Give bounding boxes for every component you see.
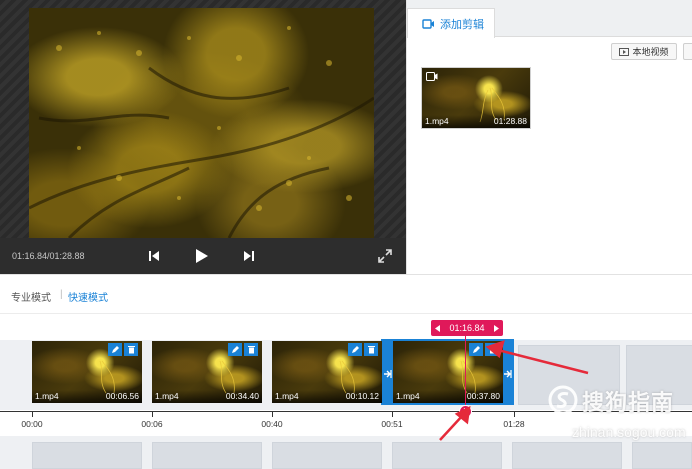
video-editor: 01:16.84/01:28.88 添加剪辑 本地视频 1.mp4 01:28.… <box>0 0 692 469</box>
edit-clip-button[interactable] <box>228 343 242 356</box>
pencil-icon <box>111 346 119 353</box>
clip-duration: 00:06.56 <box>105 391 139 401</box>
video-player: 01:16.84/01:28.88 <box>0 0 406 274</box>
video-preview[interactable] <box>29 8 374 238</box>
media-panel: 添加剪辑 本地视频 1.mp4 01:28.88 <box>406 0 692 274</box>
clip-name: 1.mp4 <box>35 391 59 401</box>
delete-clip-button[interactable] <box>364 343 378 356</box>
timeline-clip[interactable]: 1.mp4 00:10.12 <box>272 341 382 403</box>
clip-name: 1.mp4 <box>396 391 420 401</box>
fullscreen-button[interactable] <box>375 246 395 266</box>
clip-name: 1.mp4 <box>425 116 449 126</box>
tab-add-clip-label: 添加剪辑 <box>440 18 484 31</box>
ruler-label: 00:00 <box>21 419 43 429</box>
watermark-brand: 搜狗指南 <box>582 390 675 415</box>
nudge-left-icon[interactable] <box>435 324 440 332</box>
trim-right-icon <box>504 370 512 378</box>
playhead-line <box>465 334 466 414</box>
clip-duration: 00:34.40 <box>225 391 259 401</box>
trash-icon <box>488 346 496 354</box>
watermark-url: zhinan.sogou.com <box>572 424 686 440</box>
ruler-tick <box>152 412 153 417</box>
skip-forward-icon <box>244 251 254 261</box>
clip-name: 1.mp4 <box>275 391 299 401</box>
next-frame-button[interactable] <box>239 246 259 266</box>
pencil-icon <box>231 346 239 353</box>
clip-duration: 01:28.88 <box>493 116 527 126</box>
tab-add-clip[interactable]: 添加剪辑 <box>407 8 495 38</box>
video-foliage <box>29 26 374 238</box>
pencil-icon <box>472 346 480 353</box>
film-icon <box>619 47 630 56</box>
delete-clip-button[interactable] <box>244 343 258 356</box>
ruler-tick <box>272 412 273 417</box>
edit-clip-button[interactable] <box>348 343 362 356</box>
more-button[interactable] <box>683 43 692 60</box>
ruler-label: 00:51 <box>381 419 403 429</box>
local-video-label: 本地视频 <box>632 47 669 57</box>
play-icon <box>196 249 208 263</box>
clip-name: 1.mp4 <box>155 391 179 401</box>
trim-left-icon <box>384 370 392 378</box>
timeline-clip[interactable]: 1.mp4 00:34.40 <box>152 341 262 403</box>
video-camera-icon <box>426 72 438 81</box>
playhead-time-tag[interactable]: 01:16.84 <box>431 320 503 336</box>
trash-icon <box>247 346 255 354</box>
trim-right-handle[interactable] <box>502 355 513 393</box>
edit-clip-button[interactable] <box>108 343 122 356</box>
skip-back-icon <box>149 251 159 261</box>
trim-left-handle[interactable] <box>382 355 393 393</box>
video-camera-icon <box>422 18 434 29</box>
mode-separator: | <box>60 289 63 300</box>
fast-mode-tab[interactable]: 快速模式 <box>68 289 108 304</box>
ruler-tick <box>32 412 33 417</box>
edit-clip-button[interactable] <box>469 343 483 356</box>
playhead-time: 01:16.84 <box>449 323 485 333</box>
player-controls: 01:16.84/01:28.88 <box>0 238 406 274</box>
delete-clip-button[interactable] <box>124 343 138 356</box>
clip-duration: 00:37.80 <box>466 391 500 401</box>
clip-duration: 00:10.12 <box>345 391 379 401</box>
nudge-right-icon[interactable] <box>493 324 499 332</box>
watermark-logo-icon <box>548 385 578 415</box>
pencil-icon <box>351 346 359 353</box>
panel-tabbar: 添加剪辑 <box>407 0 692 38</box>
trash-icon <box>127 346 135 354</box>
time-readout: 01:16.84/01:28.88 <box>12 251 85 261</box>
previous-frame-button[interactable] <box>144 246 164 266</box>
expand-icon <box>378 249 392 263</box>
playhead-handle[interactable] <box>459 405 472 418</box>
pro-mode-tab[interactable]: 专业模式 <box>11 289 51 304</box>
delete-clip-button[interactable] <box>485 343 499 356</box>
library-clip[interactable]: 1.mp4 01:28.88 <box>421 67 531 129</box>
mode-bar: 专业模式 | 快速模式 <box>0 274 692 314</box>
ruler-label: 01:28 <box>503 419 525 429</box>
ruler-tick <box>392 412 393 417</box>
ruler-tick <box>514 412 515 417</box>
timeline-clip[interactable]: 1.mp4 00:06.56 <box>32 341 142 403</box>
trash-icon <box>367 346 375 354</box>
play-button[interactable] <box>192 246 212 266</box>
ruler-label: 00:06 <box>141 419 163 429</box>
ruler-label: 00:40 <box>261 419 283 429</box>
scissors-icon <box>462 408 469 415</box>
local-video-button[interactable]: 本地视频 <box>611 43 677 60</box>
track-background-lower <box>0 436 692 469</box>
timeline-clip-selected[interactable]: 1.mp4 00:37.80 <box>393 341 503 403</box>
